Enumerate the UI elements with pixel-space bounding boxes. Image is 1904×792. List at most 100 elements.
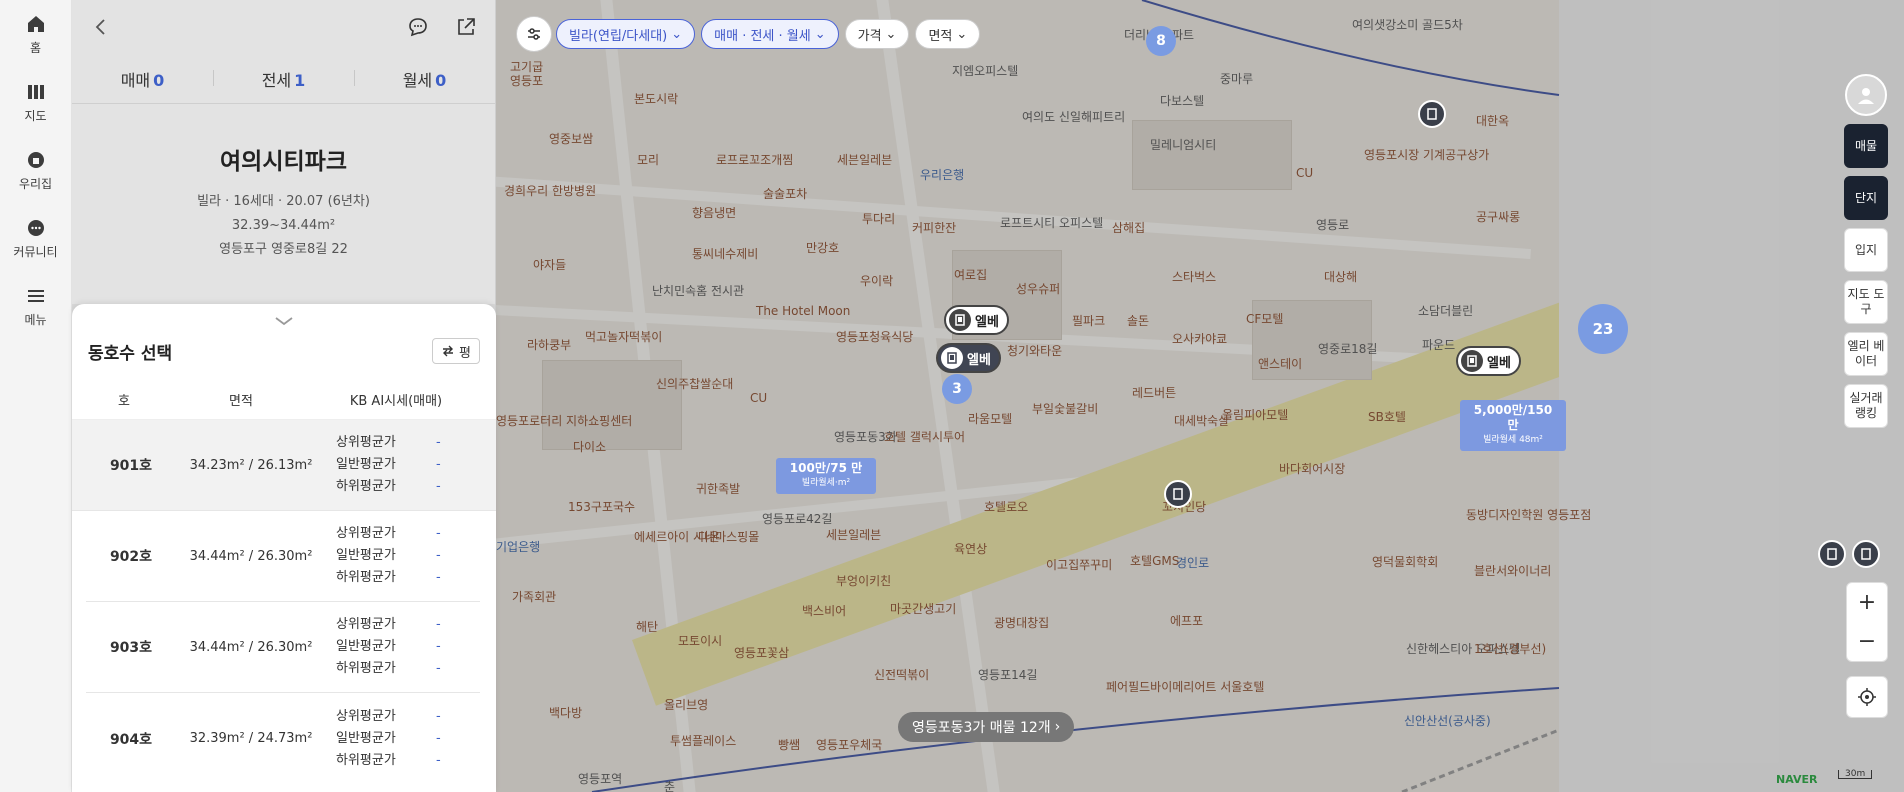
unit-row[interactable]: 904호 32.39m² / 24.73m² 상위평균가 - 일반평균가 - 하위평… <box>86 693 480 784</box>
table-header: 호 면적 KB AI시세(매매) <box>72 380 496 420</box>
map-label: 파운드 <box>1422 338 1456 352</box>
toolbar-elevator-button[interactable]: 엘리 베이터 <box>1844 332 1888 376</box>
nav-menu-label: 메뉴 <box>24 312 47 327</box>
building-marker[interactable] <box>1818 540 1846 568</box>
zoom-in-icon[interactable]: + <box>1858 590 1876 615</box>
sheet-title: 동호수 선택 <box>88 343 173 364</box>
complex-summary: 여의시티파크 빌라 · 16세대 · 20.07 (6년차) 32.39~34.… <box>72 104 495 304</box>
map-label: 영등포로42길 <box>762 512 833 526</box>
tab-sale-label: 매매 <box>120 70 151 90</box>
building-marker[interactable] <box>1164 480 1192 508</box>
map-label: 블란서와이너리 <box>1474 564 1552 578</box>
toolbar-location-button[interactable]: 입지 <box>1844 228 1888 272</box>
price-label-upper: 상위평균가 <box>336 617 396 632</box>
chevron-down-icon: ⌄ <box>885 26 897 42</box>
price-value-upper: - <box>436 526 441 541</box>
map-label: 영중보쌈 <box>549 132 594 146</box>
map-label: 153구포국수 <box>568 500 636 514</box>
tab-sale[interactable]: 매매 0 <box>72 67 213 91</box>
unit-row[interactable]: 902호 34.44m² / 26.30m² 상위평균가 - 일반평균가 - 하위평… <box>86 511 480 602</box>
price-marker-sub: 빌라월세·m² <box>801 478 851 488</box>
map-icon <box>25 81 47 103</box>
filter-area[interactable]: 면적 ⌄ <box>915 19 981 49</box>
naver-logo: NAVER <box>1776 773 1818 786</box>
elevator-marker-selected[interactable]: 엘베 <box>936 343 1001 373</box>
map-label: 에프포 <box>1170 614 1204 628</box>
nav-menu[interactable]: 메뉴 <box>0 272 71 340</box>
map-label: 다이소 <box>573 440 607 454</box>
share-icon <box>458 18 475 35</box>
unit-row[interactable]: 901호 34.23m² / 26.13m² 상위평균가 - 일반평균가 - 하위평… <box>72 420 496 511</box>
map-label: 우리은행 <box>920 168 965 182</box>
tab-monthly-label: 월세 <box>402 70 433 90</box>
tab-monthly[interactable]: 월세 0 <box>354 67 495 91</box>
map-label: 해탄 <box>636 620 659 634</box>
toolbar-listings-button[interactable]: 매물 <box>1844 124 1888 168</box>
map-label: 통씨네수제비 <box>692 247 759 261</box>
nav-community[interactable]: 커뮤니티 <box>0 204 71 272</box>
price-label-normal: 일반평균가 <box>336 639 396 654</box>
price-label-normal: 일반평균가 <box>336 730 396 746</box>
toolbar-complex-button[interactable]: 단지 <box>1844 176 1888 220</box>
filter-area-label: 면적 <box>928 28 953 44</box>
building-icon <box>1827 548 1837 560</box>
unit-toggle-button[interactable]: 평 <box>432 338 480 364</box>
elevator-marker[interactable]: 엘베 <box>944 305 1009 335</box>
cluster-marker[interactable]: 8 <box>1146 26 1176 56</box>
map-label: 다보스텔 <box>1160 94 1205 108</box>
unit-row[interactable]: 903호 34.44m² / 26.30m² 상위평균가 - 일반평균가 - 하위평… <box>86 602 480 693</box>
building-marker[interactable] <box>1418 100 1446 128</box>
unit-number: 902호 <box>109 549 153 565</box>
map-label: 소담더블린 <box>1418 304 1474 318</box>
map-label: 대상해 <box>1324 270 1358 284</box>
price-marker[interactable]: 5,000만/150 만 빌라월세 48m² <box>1460 400 1566 451</box>
map-label: 라움모텔 <box>968 412 1013 426</box>
price-value-normal: - <box>436 548 441 563</box>
map-label: 여의샛강소미 골드5차 <box>1352 18 1463 32</box>
user-avatar[interactable] <box>1845 74 1887 116</box>
map-label: 빵쌤 <box>778 738 801 752</box>
nav-map[interactable]: 지도 <box>0 68 71 136</box>
price-value-normal: - <box>436 639 441 654</box>
price-marker[interactable]: 100만/75 만 빌라월세·m² <box>776 458 876 494</box>
map-label: 가족회관 <box>512 590 557 604</box>
map-label: 다온 <box>698 530 721 544</box>
map-label: 세븐일레븐 <box>837 153 893 167</box>
filter-deal-type[interactable]: 매매 · 전세 · 월세 ⌄ <box>701 19 839 49</box>
cluster-marker[interactable]: 3 <box>942 374 972 404</box>
toolbar-map-tools-button[interactable]: 지도 도구 <box>1844 280 1888 324</box>
comment-button[interactable] <box>405 14 431 40</box>
price-value-normal: - <box>436 730 441 746</box>
map-label: 신전떡볶이 <box>874 668 930 682</box>
map-label: 본도시락 <box>634 92 679 106</box>
sliders-icon <box>528 28 540 40</box>
home-icon <box>25 13 47 35</box>
share-button[interactable] <box>453 14 479 40</box>
nav-my-home[interactable]: 우리집 <box>0 136 71 204</box>
toolbar-ranking-button[interactable]: 실거래 랭킹 <box>1844 384 1888 428</box>
map-label: 올리브영 <box>664 698 709 712</box>
my-home-icon <box>25 149 47 171</box>
collapse-handle[interactable] <box>271 313 297 327</box>
map-label: 영등포 <box>510 74 544 88</box>
back-button[interactable] <box>88 14 114 40</box>
chevron-down-icon <box>275 317 293 326</box>
building-marker[interactable] <box>1852 540 1880 568</box>
nav-home[interactable]: 홈 <box>0 0 71 68</box>
map-label: 앤스테이 <box>1258 357 1303 371</box>
filter-price[interactable]: 가격 ⌄ <box>844 19 910 49</box>
tab-jeonse[interactable]: 전세 1 <box>213 67 354 91</box>
elevator-marker[interactable]: 엘베 <box>1456 346 1521 376</box>
unit-area: 34.23m² / 26.13m² <box>189 457 313 473</box>
map-label: 영등로 <box>1316 218 1350 232</box>
cluster-marker[interactable]: 23 <box>1578 304 1628 354</box>
building-icon <box>1427 108 1437 120</box>
filter-settings-button[interactable] <box>516 16 552 52</box>
map-label: 영중로18길 <box>1318 342 1378 356</box>
nav-my-home-label: 우리집 <box>18 176 53 191</box>
my-location-button[interactable] <box>1846 676 1888 718</box>
filter-property-type[interactable]: 빌라(연립/다세대) ⌄ <box>556 19 696 49</box>
area-listing-count-toast[interactable]: 영등포동3가 매물 12개 › <box>898 712 1075 742</box>
zoom-out-icon[interactable]: − <box>1858 629 1876 654</box>
map-label: 에세르아이 시네마스핑몰 <box>634 530 760 544</box>
